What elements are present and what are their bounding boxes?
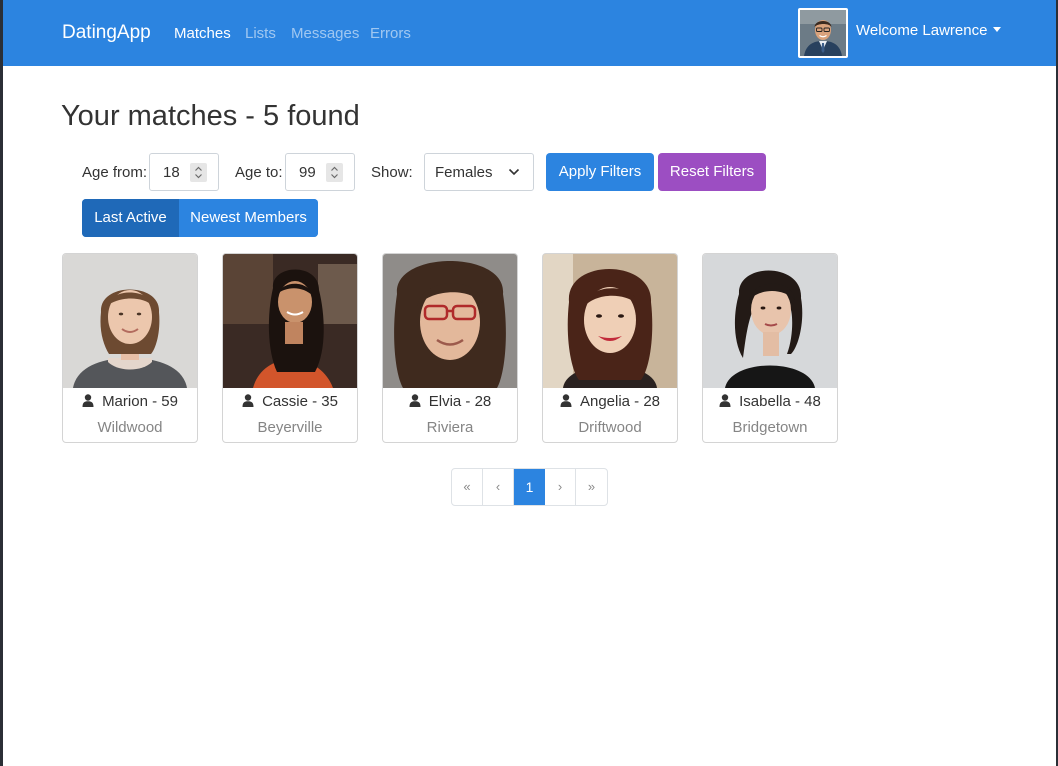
user-icon [242,394,254,407]
member-photo[interactable] [543,254,677,388]
user-menu-toggle[interactable]: Welcome Lawrence [856,22,1002,39]
last-active-button[interactable]: Last Active [82,199,179,237]
caret-down-icon [993,27,1002,32]
age-to-value: 99 [299,164,316,181]
member-card[interactable]: Angelia - 28 Driftwood [542,253,678,443]
nav-link-lists[interactable]: Lists [245,25,276,42]
nav-link-errors[interactable]: Errors [370,25,411,42]
age-to-spinner[interactable] [326,163,343,182]
pagination-prev[interactable]: ‹ [483,469,514,505]
show-label: Show: [371,164,413,181]
age-to-label: Age to: [235,164,283,181]
member-name-age: Elvia - 28 [383,393,517,410]
member-city: Wildwood [97,419,163,436]
age-to-input[interactable]: 99 [285,153,355,191]
user-icon [719,394,731,407]
member-name-age-text: Marion - 59 [102,393,178,410]
member-city: Driftwood [578,419,642,436]
navbar: DatingApp Matches Lists Messages Errors … [3,0,1056,66]
member-photo[interactable] [383,254,517,388]
member-city: Riviera [426,419,474,436]
user-icon [560,394,572,407]
user-photo [800,10,846,56]
age-from-spinner[interactable] [190,163,207,182]
member-card[interactable]: Cassie - 35 Beyerville [222,253,358,443]
gender-selected-value: Females [435,164,493,181]
welcome-text: Welcome Lawrence [856,22,988,39]
user-icon [82,394,94,407]
member-name-age-text: Cassie - 35 [262,393,338,410]
window-edge-left [0,0,3,766]
member-photo[interactable] [223,254,357,388]
apply-filters-button[interactable]: Apply Filters [546,153,654,191]
pagination-first[interactable]: « [452,469,483,505]
brand-link[interactable]: DatingApp [62,22,151,44]
member-photo-image [383,254,517,388]
user-icon [409,394,421,407]
member-name-age: Cassie - 35 [223,393,357,410]
member-photo-image [223,254,357,388]
gender-select[interactable]: Females [424,153,534,191]
nav-link-matches[interactable]: Matches [174,25,231,42]
nav-link-messages[interactable]: Messages [291,25,359,42]
pagination-page-1[interactable]: 1 [514,469,545,505]
member-card[interactable]: Isabella - 48 Bridgetown [702,253,838,443]
spinner-arrows-icon [195,166,202,179]
reset-filters-button[interactable]: Reset Filters [658,153,766,191]
user-avatar[interactable] [798,8,848,58]
member-name-age-text: Angelia - 28 [579,393,661,410]
member-name-age: Isabella - 48 [703,393,837,410]
member-photo[interactable] [703,254,837,388]
member-name-age-text: Elvia - 28 [428,393,492,410]
member-photo-image [63,254,197,388]
member-card[interactable]: Elvia - 28 Riviera [382,253,518,443]
member-photo[interactable] [63,254,197,388]
chevron-down-icon [508,168,520,176]
spinner-arrows-icon [331,166,338,179]
pagination-next[interactable]: › [545,469,576,505]
member-city: Beyerville [257,419,323,436]
page-title: Your matches - 5 found [61,100,360,132]
pagination-last[interactable]: » [576,469,607,505]
newest-members-button[interactable]: Newest Members [179,199,318,237]
member-photo-image [543,254,677,388]
member-photo-image [703,254,837,388]
member-card[interactable]: Marion - 59 Wildwood [62,253,198,443]
sort-toggle-group: Last Active Newest Members [82,199,318,237]
pagination: « ‹ 1 › » [451,468,608,506]
member-name-age-text: Isabella - 48 [739,393,821,410]
member-name-age: Angelia - 28 [543,393,677,410]
age-from-value: 18 [163,164,180,181]
member-city: Bridgetown [732,419,808,436]
age-from-input[interactable]: 18 [149,153,219,191]
member-name-age: Marion - 59 [63,393,197,410]
age-from-label: Age from: [82,164,148,181]
